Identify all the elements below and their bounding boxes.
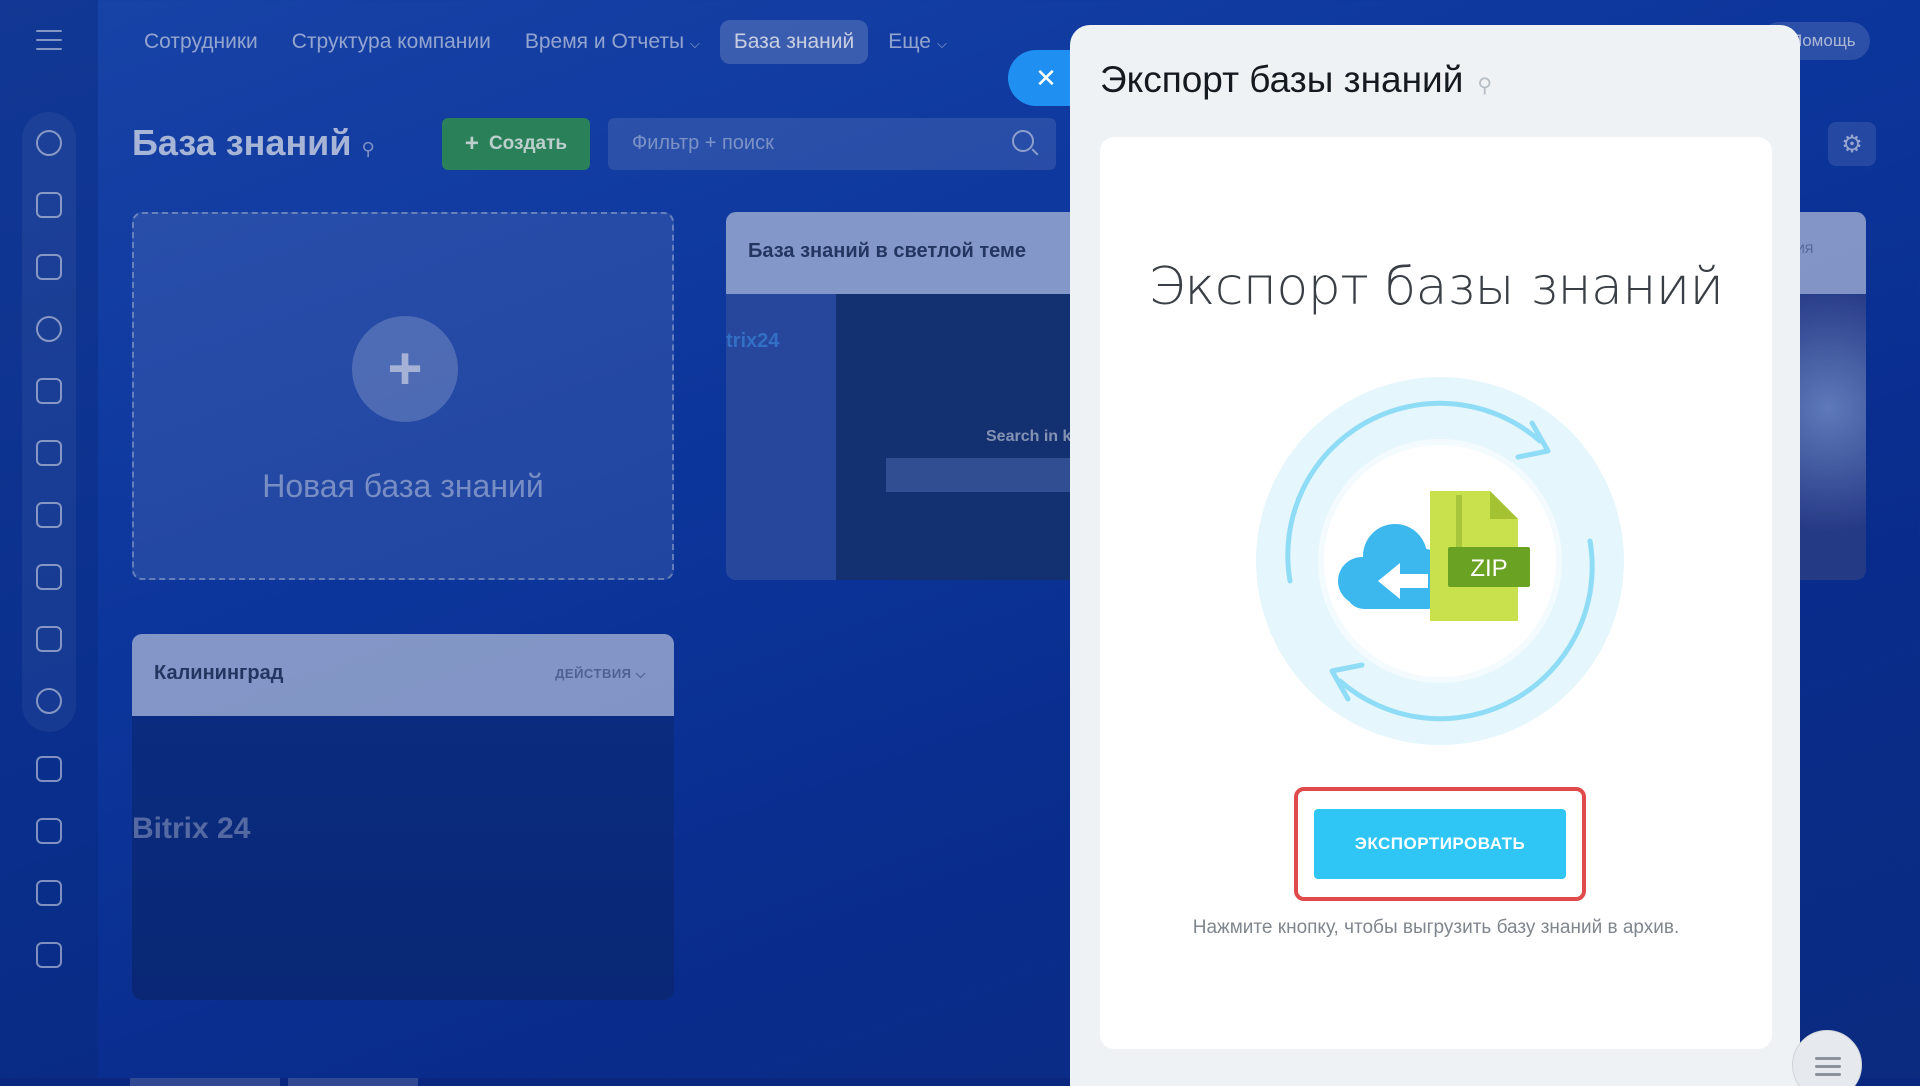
export-button[interactable]: ЭКСПОРТИРОВАТЬ (1314, 809, 1566, 879)
close-icon: ✕ (1035, 62, 1057, 93)
close-slider-button[interactable]: ✕ (1008, 50, 1072, 106)
chat-icon-line (1815, 1057, 1841, 1060)
export-hint: Нажмите кнопку, чтобы выгрузить базу зна… (1192, 917, 1680, 938)
slider-title: Экспорт базы знаний ⚲ (1100, 59, 1492, 101)
export-illustration: ZIP (1256, 377, 1624, 745)
export-button-highlight: ЭКСПОРТИРОВАТЬ (1294, 787, 1586, 901)
chat-icon-line (1815, 1073, 1841, 1076)
export-card: Экспорт базы знаний ZIP ЭКСПОРТИРОВАТЬ Н… (1100, 137, 1772, 1049)
zip-label: ZIP (1470, 555, 1507, 582)
export-slider-panel: Экспорт базы знаний ⚲ Экспорт базы знаний (1070, 25, 1800, 1086)
export-heading: Экспорт базы знаний (1148, 257, 1724, 317)
pin-icon[interactable]: ⚲ (1477, 75, 1492, 97)
slider-title-text: Экспорт базы знаний (1100, 59, 1464, 100)
chat-icon-line (1815, 1065, 1841, 1068)
